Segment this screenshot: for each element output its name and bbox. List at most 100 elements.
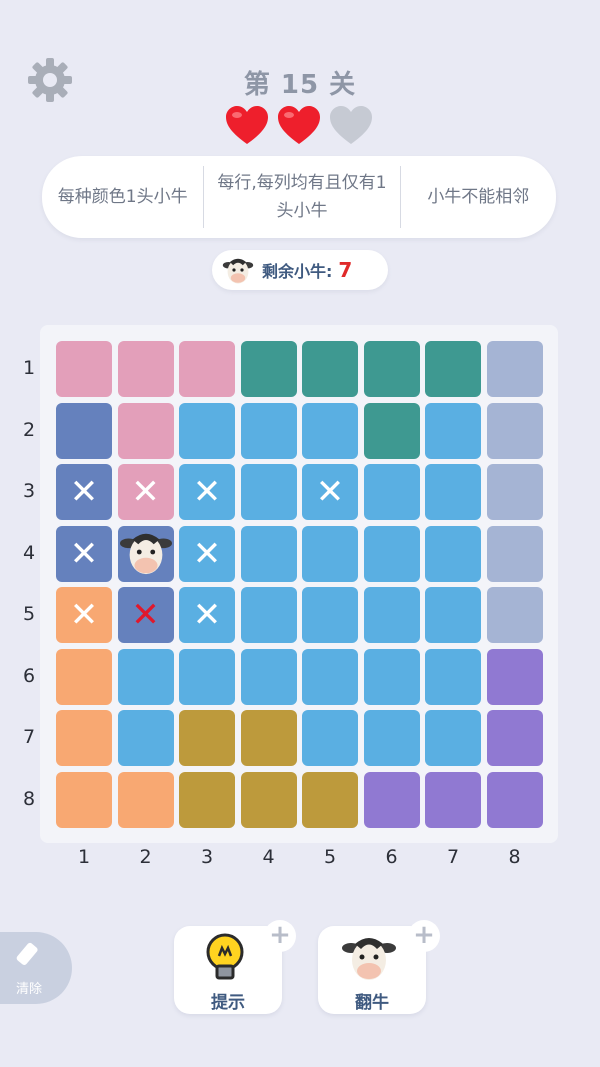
erase-button[interactable]: 清除 xyxy=(0,932,72,1004)
board-cell[interactable]: ✕ xyxy=(117,464,174,520)
flip-cow-button[interactable]: 翻牛 + xyxy=(318,920,440,1014)
cross-mark-icon: ✕ xyxy=(192,533,222,574)
erase-label: 清除 xyxy=(16,982,43,997)
level-title: 第 15 关 xyxy=(243,70,357,100)
add-hint-button[interactable]: + xyxy=(264,920,296,952)
board-cell[interactable] xyxy=(302,648,358,705)
board-cell[interactable] xyxy=(240,525,297,582)
board-cell[interactable] xyxy=(363,587,420,643)
board-cell[interactable] xyxy=(486,648,543,705)
board-cell[interactable] xyxy=(56,341,112,397)
column-label: 2 xyxy=(139,846,152,868)
board-cell[interactable] xyxy=(425,341,481,397)
board-cell[interactable] xyxy=(179,402,235,459)
board-cell[interactable] xyxy=(486,464,543,520)
board-cell[interactable] xyxy=(363,402,420,459)
board-cell[interactable] xyxy=(425,710,481,766)
board-cell[interactable] xyxy=(240,341,297,397)
board-cell[interactable] xyxy=(117,341,174,397)
column-label: 4 xyxy=(262,846,275,868)
board-cell[interactable]: ✕ xyxy=(179,464,235,520)
board-cell[interactable] xyxy=(302,341,358,397)
row-label: 6 xyxy=(22,664,36,687)
column-label: 8 xyxy=(508,846,521,868)
board-cell[interactable] xyxy=(363,341,420,397)
cross-mark-icon: ✕ xyxy=(69,472,99,512)
row-label: 5 xyxy=(22,603,36,625)
heart-full-icon xyxy=(226,106,268,144)
board-cell[interactable] xyxy=(363,525,420,582)
board-cell[interactable] xyxy=(486,710,543,766)
board-cell[interactable] xyxy=(486,341,543,397)
board-cell[interactable]: ✕ xyxy=(117,587,174,643)
board-cell[interactable] xyxy=(486,771,543,828)
board-cell[interactable]: ✕ xyxy=(56,525,112,582)
board-cell[interactable] xyxy=(425,402,481,459)
board-cell[interactable]: ✕ xyxy=(56,587,112,643)
column-label: 3 xyxy=(200,846,214,868)
row-label: 3 xyxy=(22,480,36,502)
board-cell[interactable] xyxy=(425,464,481,520)
board-cell[interactable] xyxy=(179,771,235,828)
hint-button[interactable]: 提示 + xyxy=(174,920,296,1014)
board-cell[interactable] xyxy=(240,402,297,459)
hint-label: 提示 xyxy=(211,993,245,1013)
board-cell[interactable] xyxy=(56,771,112,828)
board-cell[interactable] xyxy=(425,587,481,643)
board-cell[interactable] xyxy=(363,710,420,766)
rule-one-per-line: 每行,每列均有且仅有1头小牛 xyxy=(217,173,387,221)
board-cell[interactable] xyxy=(302,710,358,766)
board-cell[interactable] xyxy=(363,771,420,828)
board-cell[interactable] xyxy=(117,771,174,828)
lives xyxy=(224,104,374,148)
rule-one-per-color: 每种颜色1头小牛 xyxy=(57,187,188,207)
board-cell[interactable] xyxy=(240,587,297,643)
board-cell[interactable] xyxy=(179,648,235,705)
board-cell[interactable]: ✕ xyxy=(179,525,235,582)
cross-mark-icon: ✕ xyxy=(315,472,345,512)
board-cell[interactable] xyxy=(240,771,297,828)
board-cell[interactable] xyxy=(56,710,112,766)
column-label: 7 xyxy=(446,846,460,868)
cross-mark-icon: ✕ xyxy=(131,472,160,512)
board-cell[interactable] xyxy=(117,402,174,459)
board-cell[interactable] xyxy=(117,525,174,582)
board-cell[interactable] xyxy=(302,402,358,459)
remaining-cows-badge: 剩余小牛: 7 xyxy=(212,250,388,290)
add-flip-button[interactable]: + xyxy=(408,920,440,952)
flip-cow-label: 翻牛 xyxy=(355,993,389,1013)
board-cell[interactable]: ✕ xyxy=(56,464,112,520)
board-cell[interactable] xyxy=(240,464,297,520)
board-cell[interactable] xyxy=(179,710,235,766)
board-cell[interactable] xyxy=(302,771,358,828)
eraser-icon xyxy=(16,942,38,966)
board-cell[interactable] xyxy=(117,648,174,705)
board-cell[interactable] xyxy=(117,710,174,766)
board-cell[interactable] xyxy=(179,341,235,397)
board-cell[interactable]: ✕ xyxy=(302,464,358,520)
cow-icon xyxy=(342,938,396,980)
cross-mark-icon: ✕ xyxy=(192,595,222,635)
board-cell[interactable] xyxy=(302,525,358,582)
rule-not-adjacent: 小牛不能相邻 xyxy=(427,187,530,207)
board-cell[interactable] xyxy=(425,771,481,828)
board-cell[interactable]: ✕ xyxy=(179,587,235,643)
board-cell[interactable] xyxy=(486,402,543,459)
board-cell[interactable] xyxy=(425,525,481,582)
puzzle-board: ✕ ✕ ✕ ✕ ✕ ✕ ✕ ✕ ✕ xyxy=(40,325,558,843)
column-label: 1 xyxy=(77,846,91,868)
heart-empty-icon xyxy=(330,106,372,144)
board-cell[interactable] xyxy=(486,587,543,643)
board-cell[interactable] xyxy=(486,525,543,582)
board-cell[interactable] xyxy=(240,710,297,766)
board-cell[interactable] xyxy=(56,648,112,705)
board-cell[interactable] xyxy=(302,587,358,643)
board-cell[interactable] xyxy=(56,402,112,459)
board-cell[interactable] xyxy=(363,464,420,520)
board-cell[interactable] xyxy=(425,648,481,705)
row-label: 2 xyxy=(22,418,36,441)
board-cell[interactable] xyxy=(240,648,297,705)
row-label: 8 xyxy=(22,787,36,810)
board-cell[interactable] xyxy=(363,648,420,705)
cow-icon xyxy=(119,526,172,582)
